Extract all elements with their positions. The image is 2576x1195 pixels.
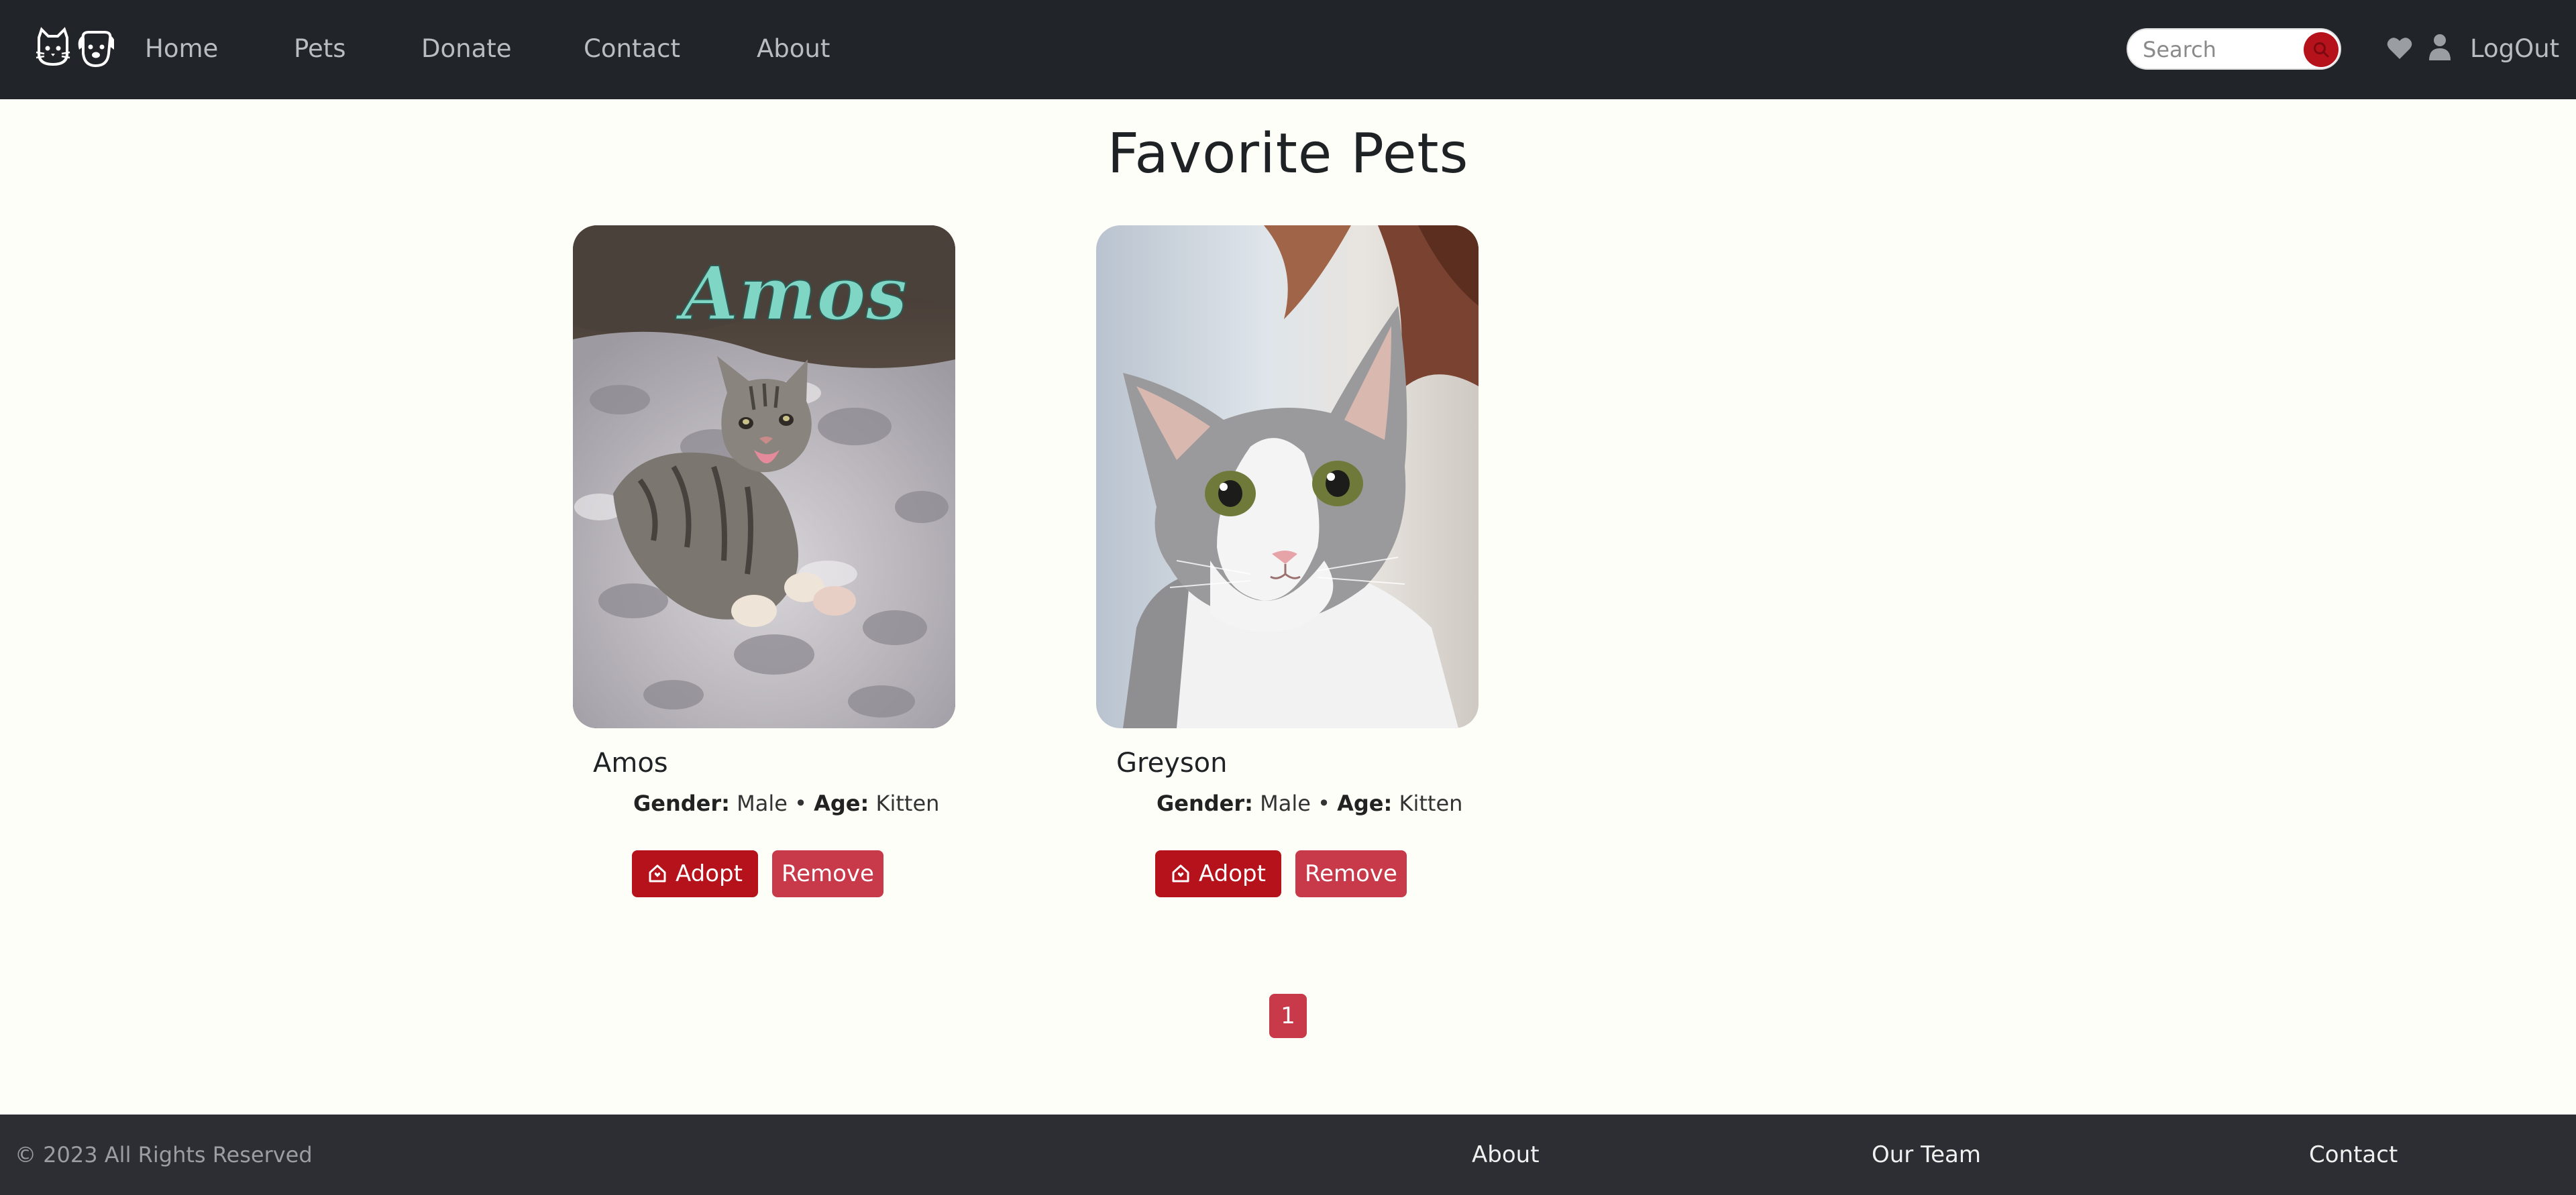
footer-link-our-team[interactable]: Our Team — [1872, 1140, 1981, 1170]
nav-home[interactable]: Home — [145, 34, 218, 64]
remove-button-amos[interactable]: Remove — [772, 850, 883, 897]
nav-contact[interactable]: Contact — [584, 34, 680, 64]
copyright-text: © 2023 All Rights Reserved — [15, 1142, 313, 1168]
footer-link-contact[interactable]: Contact — [2309, 1140, 2398, 1170]
footer-link-about[interactable]: About — [1472, 1140, 1540, 1170]
pet-info-greyson: Gender: Male • Age: Kitten — [1157, 791, 1463, 816]
adopt-button-greyson[interactable]: Adopt — [1155, 850, 1281, 897]
home-icon — [649, 864, 666, 882]
footer: © 2023 All Rights Reserved About Our Tea… — [0, 1115, 2576, 1195]
user-icon[interactable] — [2428, 34, 2451, 60]
pet-name-amos: Amos — [593, 748, 668, 779]
search-input[interactable] — [2143, 35, 2297, 64]
remove-button-greyson[interactable]: Remove — [1295, 850, 1407, 897]
logout-link[interactable]: LogOut — [2470, 34, 2559, 64]
search-box — [2127, 28, 2341, 70]
home-icon — [1172, 864, 1189, 882]
nav-donate[interactable]: Donate — [421, 34, 512, 64]
navbar: Home Pets Donate Contact About LogOut — [0, 0, 2576, 99]
cat-dog-logo-icon[interactable] — [35, 27, 115, 70]
nav-about[interactable]: About — [757, 34, 830, 64]
page-title: Favorite Pets — [1107, 122, 1469, 186]
pet-photo-amos[interactable]: Amos — [573, 225, 955, 728]
search-icon — [2314, 42, 2329, 58]
heart-icon[interactable] — [2387, 36, 2412, 60]
pagination-page-1[interactable]: 1 — [1269, 994, 1307, 1038]
pet-name-greyson: Greyson — [1116, 748, 1228, 779]
photo-caption-amos: Amos — [675, 250, 907, 337]
pet-photo-greyson[interactable] — [1096, 225, 1479, 728]
adopt-button-amos[interactable]: Adopt — [632, 850, 758, 897]
nav-pets[interactable]: Pets — [294, 34, 346, 64]
pet-info-amos: Gender: Male • Age: Kitten — [633, 791, 940, 816]
search-button[interactable] — [2304, 32, 2339, 67]
